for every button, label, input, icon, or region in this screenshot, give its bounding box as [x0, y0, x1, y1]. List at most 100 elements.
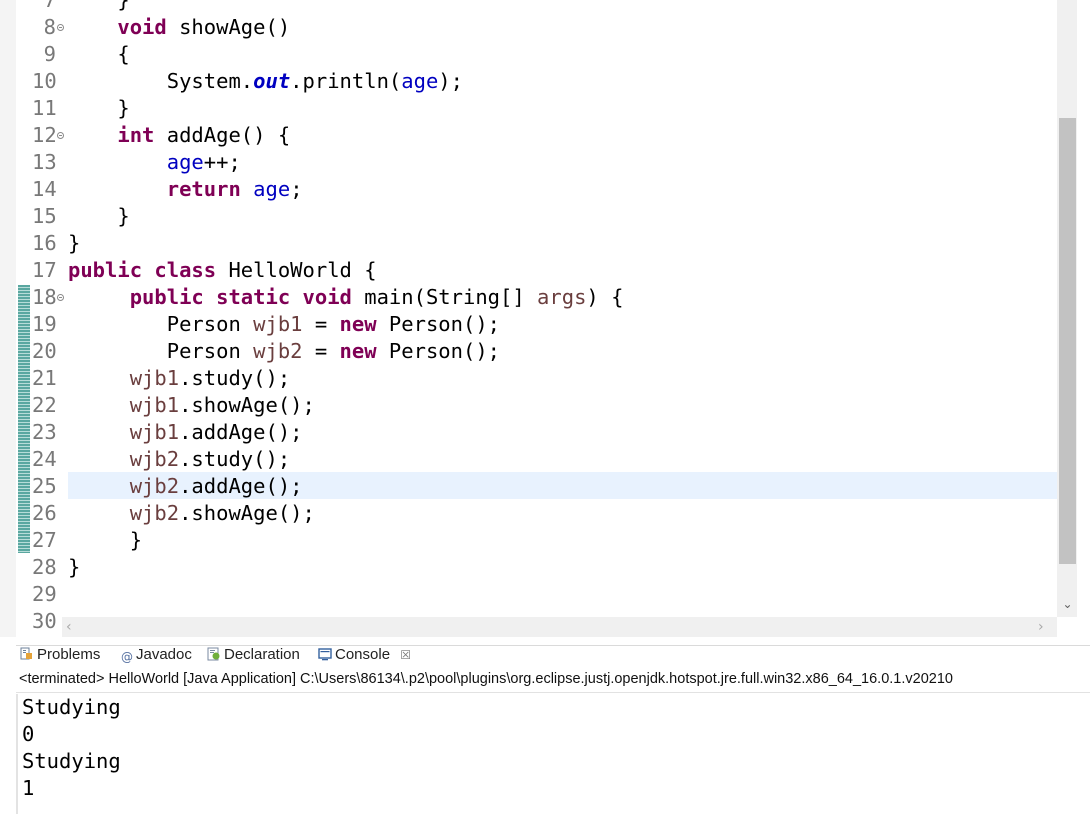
code-line[interactable]: 11 } [0, 95, 1057, 122]
code-line[interactable]: 24 wjb2.study(); [0, 446, 1057, 473]
tab-console[interactable]: Console ☒ [318, 646, 411, 672]
code-text: { [68, 41, 129, 68]
line-number: 9 [43, 42, 56, 66]
close-icon[interactable]: ☒ [400, 648, 411, 662]
line-number: 8 [43, 15, 56, 39]
line-number: 12 [32, 123, 57, 147]
line-number: 29 [32, 582, 57, 606]
code-line[interactable]: 13 age++; [0, 149, 1057, 176]
code-line[interactable]: 12 int addAge() { [0, 122, 1057, 149]
code-line[interactable]: 28} [0, 554, 1057, 581]
line-number: 20 [32, 339, 57, 363]
code-token: = [302, 339, 340, 363]
code-line[interactable]: 16} [0, 230, 1057, 257]
code-token: wjb1 [129, 366, 180, 390]
code-token: ); [438, 69, 463, 93]
code-token: wjb1 [129, 420, 180, 444]
code-text: } [68, 527, 142, 554]
code-line[interactable]: 17 public class HelloWorld { [0, 257, 1057, 284]
code-token: ++; [203, 150, 241, 174]
code-text: wjb1.addAge(); [68, 419, 303, 446]
tab-declaration[interactable]: Declaration [207, 646, 300, 672]
scroll-right-arrow-icon[interactable]: › [1038, 617, 1054, 637]
code-line[interactable]: 29 [0, 581, 1057, 608]
code-text: public class HelloWorld { [68, 257, 377, 284]
code-line[interactable]: 25 wjb2.addAge(); [0, 473, 1057, 500]
code-token: System. [68, 69, 254, 93]
line-number: 28 [32, 555, 57, 579]
tab-label: Problems [37, 646, 101, 663]
code-token: } [68, 204, 130, 228]
code-token: age [166, 150, 204, 174]
line-number: 24 [32, 447, 57, 471]
code-text: age++; [68, 149, 241, 176]
code-token: wjb2 [253, 339, 303, 363]
tab-javadoc[interactable]: @ Javadoc [121, 646, 192, 672]
code-token: } [68, 528, 143, 552]
code-token: class [154, 258, 217, 282]
code-text: } [68, 0, 130, 14]
code-editor[interactable]: 7 } 8 void showAge() 9 {10 System.out.prin… [0, 0, 1090, 637]
line-number: 30 [32, 609, 57, 633]
code-text: public static void main(String[] args) { [68, 284, 624, 311]
code-token: wjb2 [129, 501, 180, 525]
console-output[interactable]: Studying 0 Studying 1 [16, 694, 1090, 814]
code-line[interactable]: 26 wjb2.showAge(); [0, 500, 1057, 527]
line-number: 25 [32, 474, 57, 498]
tab-label: Declaration [224, 646, 300, 663]
code-line[interactable]: 9 { [0, 41, 1057, 68]
fold-toggle-icon[interactable] [57, 294, 64, 301]
scroll-down-arrow-icon[interactable]: ⌄ [1059, 594, 1076, 614]
code-token: int [117, 123, 155, 147]
code-line[interactable]: 22 wjb1.showAge(); [0, 392, 1057, 419]
code-token: new [339, 312, 377, 336]
line-number: 21 [32, 366, 57, 390]
code-token: .showAge(); [179, 393, 315, 417]
line-number: 10 [32, 69, 57, 93]
horizontal-scrollbar[interactable] [62, 617, 1057, 637]
code-text: } [68, 554, 80, 581]
code-line[interactable]: 18 public static void main(String[] args… [0, 284, 1057, 311]
code-line[interactable]: 27 } [0, 527, 1057, 554]
code-line[interactable]: 8 void showAge() [0, 14, 1057, 41]
code-line[interactable]: 21 wjb1.study(); [0, 365, 1057, 392]
code-token: public [129, 285, 204, 309]
code-line[interactable]: 14 return age; [0, 176, 1057, 203]
scroll-left-arrow-icon[interactable]: ‹ [66, 617, 82, 637]
code-token: Person(); [376, 339, 500, 363]
fold-toggle-icon[interactable] [57, 132, 64, 139]
declaration-icon [207, 647, 221, 661]
line-number: 26 [32, 501, 57, 525]
code-token: wjb1 [253, 312, 303, 336]
fold-toggle-icon[interactable] [57, 24, 64, 31]
line-number: 16 [32, 231, 57, 255]
line-number: 13 [32, 150, 57, 174]
code-text: System.out.println(age); [68, 68, 463, 95]
code-text: wjb1.study(); [68, 365, 290, 392]
code-line[interactable]: 7 } [0, 0, 1057, 14]
code-token: ) { [586, 285, 624, 309]
code-token: } [68, 555, 81, 579]
line-number: 14 [32, 177, 57, 201]
line-number: 23 [32, 420, 57, 444]
line-number: 17 [32, 258, 57, 282]
code-token: showAge() [166, 15, 291, 39]
code-token: void [117, 15, 167, 39]
code-token: } [68, 0, 130, 12]
code-line[interactable]: 15 } [0, 203, 1057, 230]
code-line[interactable]: 19 Person wjb1 = new Person(); [0, 311, 1057, 338]
code-line[interactable]: 10 System.out.println(age); [0, 68, 1057, 95]
code-token: age [401, 69, 439, 93]
code-token: ; [290, 177, 303, 201]
code-text: } [68, 230, 80, 257]
code-line[interactable]: 23 wjb1.addAge(); [0, 419, 1057, 446]
vertical-scrollbar-thumb[interactable] [1059, 118, 1076, 564]
tab-problems[interactable]: Problems [20, 646, 100, 672]
code-token: args [537, 285, 587, 309]
code-line[interactable]: 20 Person wjb2 = new Person(); [0, 338, 1057, 365]
